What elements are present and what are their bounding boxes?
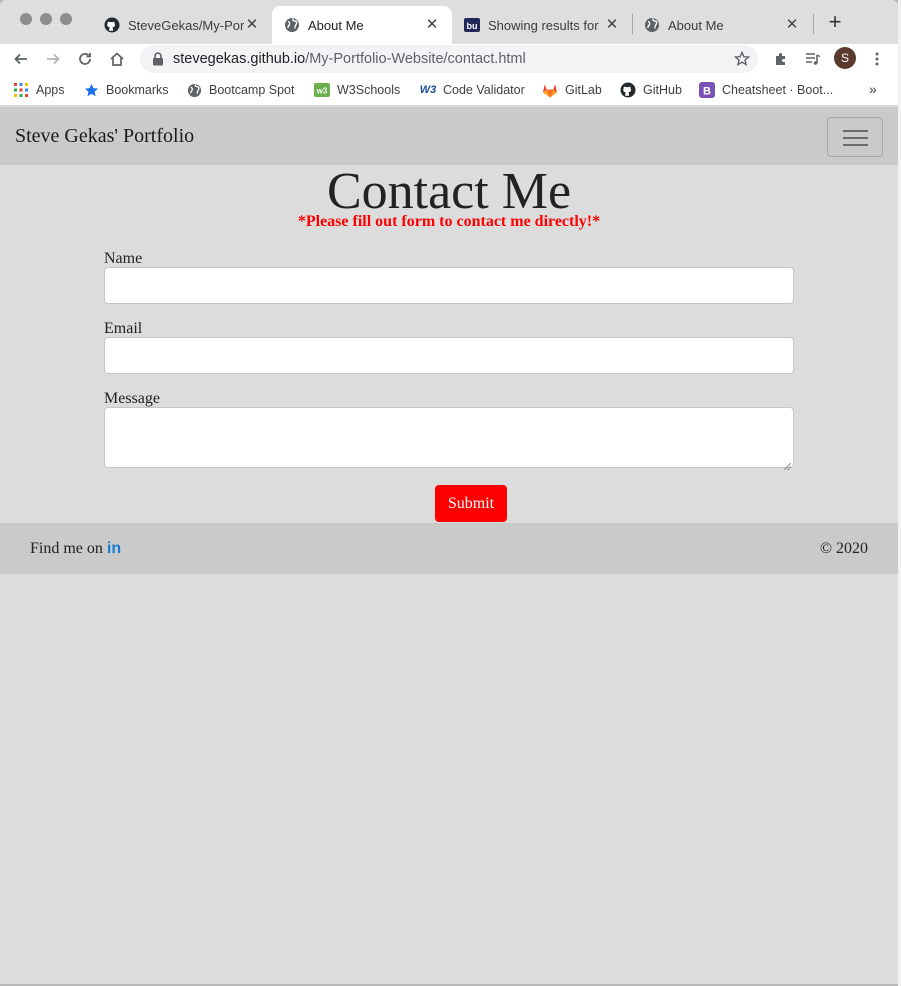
hamburger-bar — [843, 130, 868, 132]
email-label: Email — [104, 320, 143, 337]
tab-close-icon[interactable]: ✕ — [424, 17, 440, 33]
tab-close-icon[interactable]: ✕ — [244, 17, 260, 33]
bookmark-bootcamp-spot[interactable]: Bootcamp Spot — [186, 81, 294, 99]
bookmark-label: Cheatsheet · Boot... — [722, 83, 834, 97]
hamburger-bar — [843, 137, 868, 139]
bookmark-label: GitLab — [565, 83, 602, 97]
bu-icon: bu — [464, 17, 480, 33]
bookmark-gitlab[interactable]: GitLab — [542, 81, 602, 99]
apps-grid-icon — [13, 82, 29, 98]
tab-title: SteveGekas/My-Port — [128, 17, 244, 33]
tab-search-results[interactable]: bu Showing results for ✕ — [452, 6, 632, 44]
tab-github-repo[interactable]: SteveGekas/My-Port ✕ — [92, 6, 272, 44]
form-instruction: *Please fill out form to contact me dire… — [297, 213, 601, 230]
github-icon — [104, 17, 120, 33]
lock-icon[interactable] — [152, 52, 164, 66]
window-minimize-button[interactable] — [40, 13, 52, 25]
globe-icon — [644, 17, 660, 33]
browser-window: SteveGekas/My-Port ✕ About Me ✕ bu Showi… — [0, 0, 898, 984]
address-bar[interactable]: stevegekas.github.io/My-Portfolio-Websit… — [140, 45, 758, 73]
footer-find-me: Find me on in — [30, 540, 121, 558]
gitlab-icon — [542, 82, 558, 98]
site-brand-link[interactable]: Steve Gekas' Portfolio — [15, 125, 194, 148]
globe-icon — [186, 82, 202, 98]
submit-button[interactable]: Submit — [435, 485, 507, 522]
star-icon — [83, 82, 99, 98]
window-zoom-button[interactable] — [60, 13, 72, 25]
bootstrap-icon: B — [699, 82, 715, 98]
tab-title: About Me — [668, 17, 724, 33]
find-me-label: Find me on — [30, 540, 103, 557]
bookmarks-bar: Apps Bookmarks Bootcamp Spot w3 W3School… — [0, 74, 898, 106]
url-path: /My-Portfolio-Website/contact.html — [305, 51, 526, 67]
w3c-icon: W3 — [419, 84, 437, 96]
bookmark-label: GitHub — [643, 83, 682, 97]
reload-icon[interactable] — [75, 49, 95, 69]
name-input[interactable] — [104, 267, 794, 304]
tab-title: Showing results for — [488, 17, 599, 33]
back-arrow-icon[interactable] — [11, 49, 31, 69]
bookmark-w3schools[interactable]: w3 W3Schools — [314, 81, 400, 99]
tab-close-icon[interactable]: ✕ — [604, 17, 620, 33]
bookmark-cheatsheet[interactable]: B Cheatsheet · Boot... — [699, 81, 833, 99]
tab-strip: SteveGekas/My-Port ✕ About Me ✕ bu Showi… — [0, 0, 898, 44]
bookmark-code-validator[interactable]: W3 Code Validator — [420, 81, 525, 99]
linkedin-icon[interactable]: in — [107, 540, 121, 558]
bookmarks-overflow-chevron-icon[interactable]: » — [869, 81, 877, 97]
w3schools-icon: w3 — [314, 82, 330, 98]
bookmark-label: Bookmarks — [106, 83, 169, 97]
name-label: Name — [104, 250, 143, 267]
site-navbar: Steve Gekas' Portfolio — [0, 107, 898, 165]
svg-text:w3: w3 — [316, 87, 328, 96]
email-input[interactable] — [104, 337, 794, 374]
new-tab-button[interactable]: + — [825, 11, 845, 33]
svg-text:B: B — [703, 86, 711, 98]
bookmark-star-icon[interactable] — [733, 50, 751, 67]
bookmark-github[interactable]: GitHub — [620, 81, 682, 99]
page-content: Steve Gekas' Portfolio Contact Me *Pleas… — [0, 107, 898, 984]
resize-handle-icon[interactable] — [783, 457, 792, 471]
tab-separator — [813, 14, 814, 34]
profile-avatar[interactable]: S — [834, 47, 856, 69]
url-text: stevegekas.github.io/My-Portfolio-Websit… — [173, 51, 526, 67]
bookmark-label: W3Schools — [337, 83, 401, 97]
message-textarea[interactable] — [104, 407, 794, 471]
tab-title: About Me — [308, 17, 364, 33]
tab-about-me[interactable]: About Me ✕ — [632, 6, 812, 44]
bookmark-label: Code Validator — [443, 83, 525, 97]
home-icon[interactable] — [107, 49, 127, 69]
browser-toolbar: stevegekas.github.io/My-Portfolio-Websit… — [0, 44, 898, 74]
github-icon — [620, 82, 636, 98]
navbar-toggler-hamburger-icon[interactable] — [827, 117, 883, 157]
site-footer: Find me on in © 2020 — [0, 523, 898, 574]
bookmark-label: Bootcamp Spot — [209, 83, 295, 97]
media-playlist-icon[interactable] — [803, 49, 823, 69]
svg-text:bu: bu — [467, 21, 478, 31]
globe-icon — [284, 17, 300, 33]
bookmark-apps[interactable]: Apps — [13, 81, 65, 99]
copyright-text: © 2020 — [819, 540, 868, 557]
message-label: Message — [104, 390, 160, 407]
window-close-button[interactable] — [20, 13, 32, 25]
url-host: stevegekas.github.io — [173, 51, 306, 67]
tab-close-icon[interactable]: ✕ — [784, 17, 800, 33]
bookmark-label: Apps — [36, 83, 65, 97]
hamburger-bar — [843, 144, 868, 146]
kebab-menu-icon[interactable] — [867, 49, 887, 69]
tab-about-me-active[interactable]: About Me ✕ — [272, 6, 452, 44]
extensions-puzzle-icon[interactable] — [771, 49, 791, 69]
forward-arrow-icon[interactable] — [43, 49, 63, 69]
bookmark-bookmarks[interactable]: Bookmarks — [83, 81, 169, 99]
